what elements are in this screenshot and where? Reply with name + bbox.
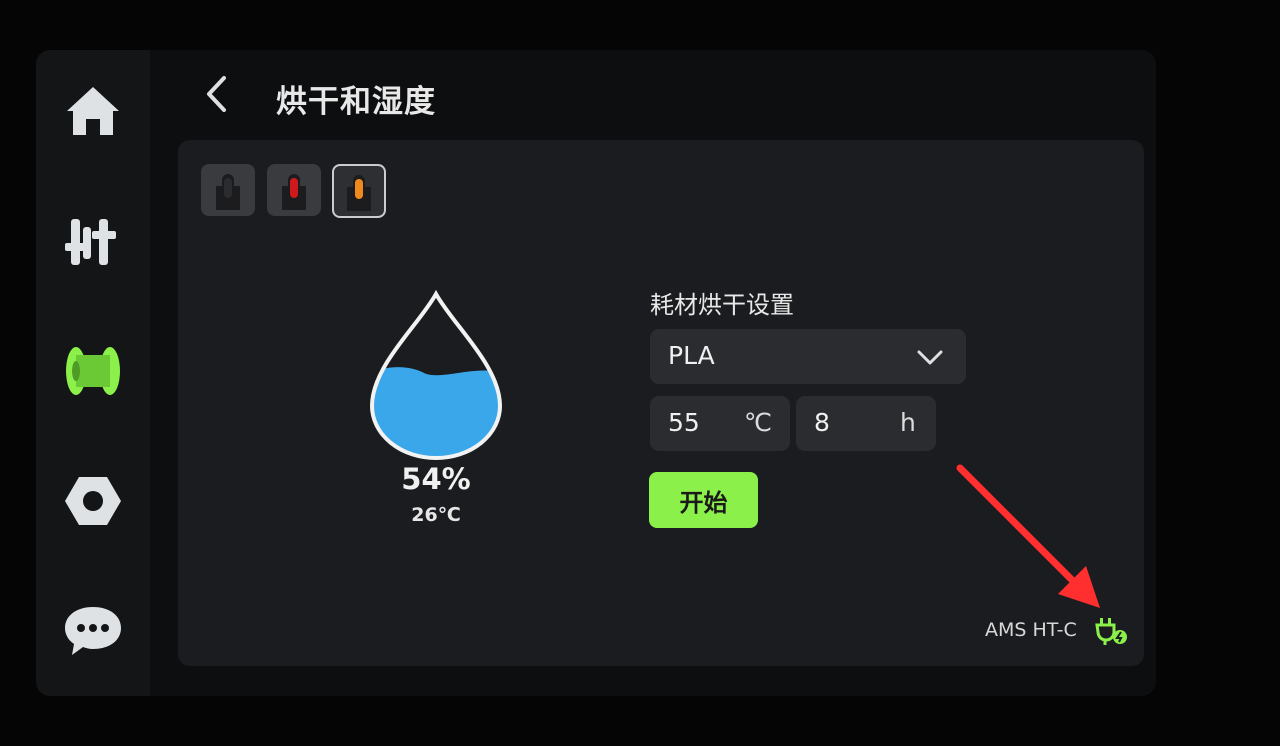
slot-3[interactable] [332,164,386,218]
sidebar-item-filament[interactable] [36,326,150,416]
chevron-down-icon [917,350,943,365]
humidity-drop-icon [366,286,506,465]
sidebar-item-home[interactable] [36,66,150,156]
hex-nut-icon [65,477,121,525]
chat-bubble-icon [65,607,121,655]
temperature-unit: ℃ [744,408,773,437]
slot-1[interactable] [201,164,255,216]
chevron-left-icon [207,76,226,112]
back-button[interactable] [196,72,236,116]
spool-icon [66,347,120,395]
sidebar-item-settings[interactable] [36,456,150,546]
home-icon [67,87,119,135]
sliders-icon [65,219,116,265]
sidebar [36,50,150,696]
page-title: 烘干和湿度 [276,84,436,120]
material-value: PLA [668,341,715,370]
temperature-input[interactable]: 55 ℃ [650,396,790,451]
duration-unit: h [900,408,916,437]
filament-slot-icon [347,175,371,211]
slot-2[interactable] [267,164,321,216]
sidebar-item-messages[interactable] [36,586,150,676]
temperature-input-value: 55 [668,408,700,437]
filament-slot-icon [216,174,240,210]
annotation-arrow [950,460,1110,624]
start-button[interactable]: 开始 [649,472,758,528]
material-select[interactable]: PLA [650,329,966,384]
duration-input[interactable]: 8 h [796,396,936,451]
filament-slot-icon [282,174,306,210]
temperature-value: 26℃ [411,504,461,526]
duration-input-value: 8 [814,408,830,437]
humidity-value: 54% [401,462,471,496]
sidebar-item-controls[interactable] [36,196,150,286]
drying-settings-title: 耗材烘干设置 [650,291,794,319]
